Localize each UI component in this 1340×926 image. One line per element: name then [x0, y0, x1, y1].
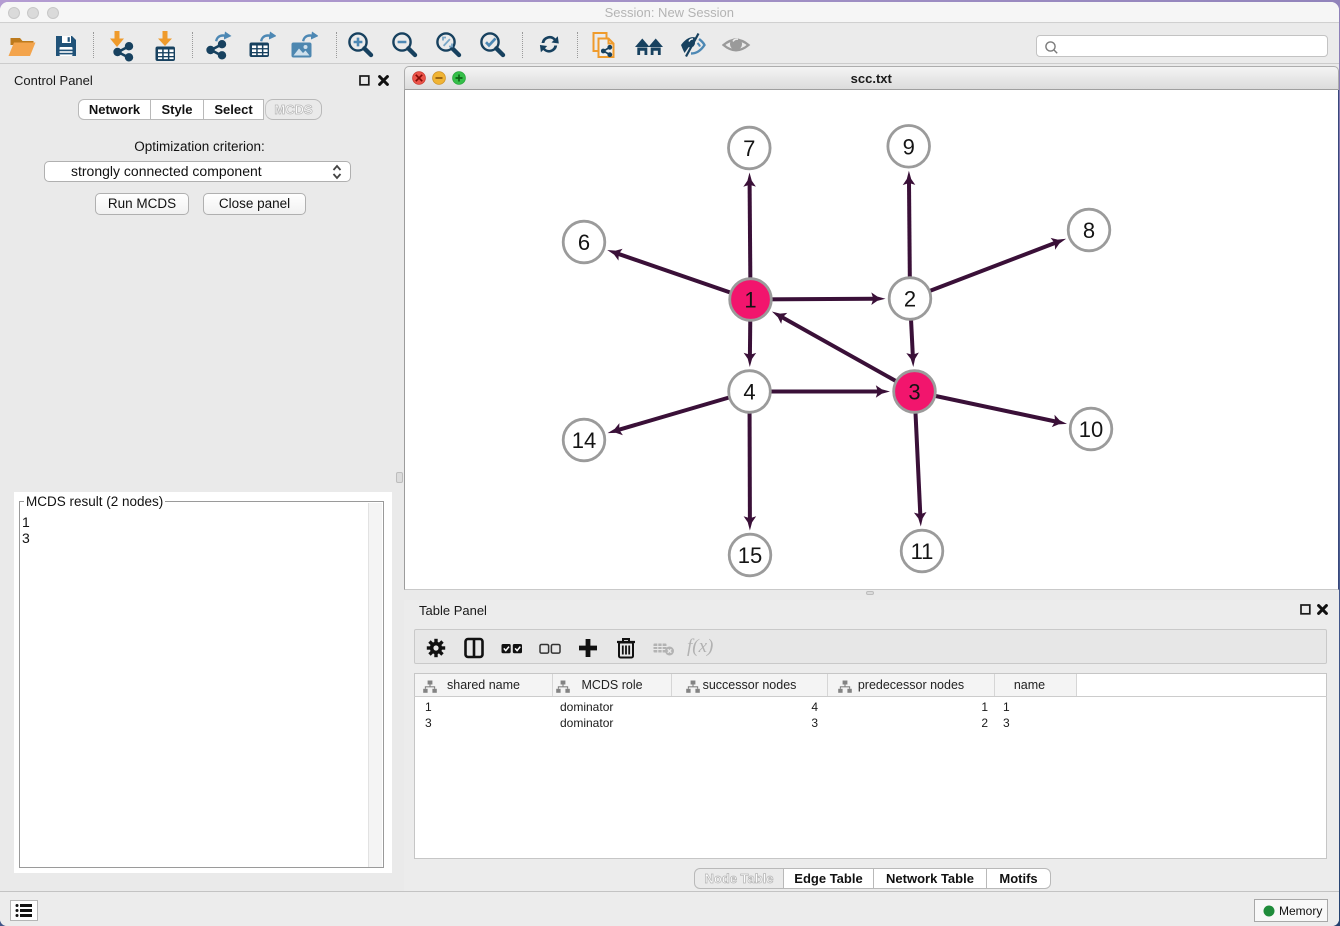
svg-text:2: 2 [904, 287, 916, 312]
svg-text:9: 9 [903, 134, 915, 159]
svg-text:4: 4 [743, 380, 755, 405]
svg-text:8: 8 [1083, 218, 1095, 243]
svg-text:11: 11 [911, 539, 934, 564]
svg-text:10: 10 [1079, 417, 1103, 442]
svg-text:6: 6 [578, 230, 590, 255]
svg-text:15: 15 [738, 543, 762, 568]
svg-text:1: 1 [744, 288, 756, 313]
svg-text:14: 14 [572, 428, 596, 453]
svg-text:3: 3 [908, 380, 920, 405]
svg-text:7: 7 [743, 136, 755, 161]
